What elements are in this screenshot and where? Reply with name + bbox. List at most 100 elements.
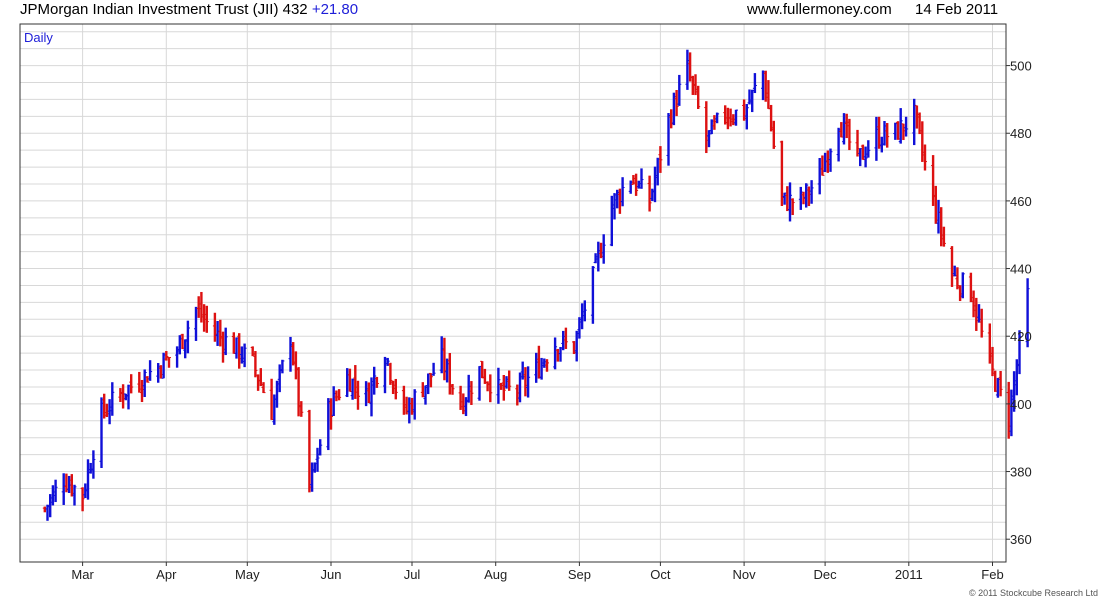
ohlc-bar bbox=[507, 370, 512, 391]
ohlc-bar bbox=[466, 374, 471, 403]
ohlc-bar bbox=[296, 367, 301, 417]
ohlc-bar bbox=[177, 335, 182, 355]
x-tick-label: 2011 bbox=[895, 567, 923, 582]
ohlc-bar bbox=[725, 107, 730, 130]
ohlc-bar bbox=[995, 377, 1000, 398]
x-tick-label: Dec bbox=[814, 567, 838, 582]
ohlc-bar bbox=[782, 192, 787, 205]
ohlc-bar bbox=[366, 382, 371, 404]
y-tick-label: 440 bbox=[1010, 262, 1032, 277]
ohlc-bar bbox=[482, 368, 487, 384]
ohlc-bar bbox=[407, 397, 412, 424]
ohlc-bar bbox=[196, 296, 201, 318]
y-tick-label: 460 bbox=[1010, 194, 1032, 209]
ohlc-bar bbox=[971, 290, 976, 318]
ohlc-bar bbox=[231, 332, 236, 354]
ohlc-bar bbox=[931, 155, 936, 206]
ohlc-bar bbox=[655, 157, 660, 186]
ohlc-bar bbox=[450, 384, 455, 395]
ohlc-bar bbox=[256, 374, 261, 391]
ohlc-bar bbox=[137, 371, 142, 393]
ohlc-bar bbox=[501, 374, 506, 401]
ohlc-bar bbox=[388, 362, 393, 385]
ohlc-bar bbox=[374, 376, 379, 388]
ohlc-bar bbox=[742, 99, 747, 121]
ohlc-bar bbox=[866, 140, 871, 158]
ohlc-bar bbox=[823, 152, 828, 173]
ohlc-bar bbox=[593, 253, 598, 264]
ohlc-bar bbox=[590, 266, 595, 324]
x-tick-label: Apr bbox=[156, 567, 177, 582]
ohlc-bar bbox=[121, 384, 126, 409]
ohlc-bar bbox=[977, 304, 981, 323]
ohlc-bar bbox=[242, 343, 247, 368]
ohlc-bar bbox=[990, 346, 995, 377]
ohlc-bar bbox=[269, 378, 274, 420]
ohlc-bar bbox=[763, 70, 768, 102]
ohlc-bar bbox=[199, 291, 204, 323]
ohlc-bar bbox=[847, 118, 852, 151]
ohlc-bar bbox=[860, 144, 865, 161]
ohlc-bar bbox=[261, 382, 266, 394]
ohlc-bar bbox=[496, 367, 501, 404]
ohlc-bar bbox=[104, 403, 109, 418]
ohlc-bar bbox=[788, 182, 792, 222]
ohlc-bar bbox=[806, 186, 811, 207]
ohlc-bar bbox=[288, 336, 293, 372]
ohlc-bar bbox=[277, 364, 282, 393]
ohlc-bar bbox=[439, 336, 444, 374]
x-tick-label: Sep bbox=[568, 567, 591, 582]
ohlc-bar bbox=[842, 113, 846, 145]
ohlc-bar bbox=[952, 265, 957, 277]
ohlc-bar bbox=[442, 337, 447, 381]
ohlc-bar bbox=[901, 123, 906, 141]
ohlc-bar bbox=[464, 397, 468, 417]
ohlc-bar bbox=[917, 112, 922, 135]
ohlc-bar bbox=[393, 378, 398, 400]
y-tick-label: 500 bbox=[1010, 59, 1032, 74]
ohlc-bar bbox=[61, 473, 66, 505]
ohlc-bar bbox=[674, 90, 679, 117]
ohlc-bar bbox=[86, 459, 90, 500]
ohlc-bar bbox=[914, 105, 919, 129]
x-tick-label: Oct bbox=[650, 567, 671, 582]
ohlc-bar bbox=[383, 356, 387, 394]
ohlc-bar bbox=[280, 359, 285, 374]
ohlc-bar bbox=[67, 475, 72, 493]
ohlc-bar bbox=[580, 303, 585, 330]
ohlc-bar bbox=[577, 317, 582, 339]
ohlc-bar bbox=[412, 389, 417, 420]
ohlc-bar bbox=[801, 191, 806, 205]
x-tick-label: Mar bbox=[71, 567, 94, 582]
y-tick-label: 380 bbox=[1010, 465, 1032, 480]
ohlc-bar bbox=[215, 321, 220, 346]
ohlc-bar bbox=[628, 180, 633, 194]
ohlc-bar bbox=[156, 363, 161, 383]
ohlc-bar bbox=[920, 121, 925, 162]
ohlc-bar bbox=[420, 382, 425, 398]
ohlc-bar bbox=[609, 195, 614, 247]
ohlc-bar bbox=[237, 333, 242, 369]
y-tick-label: 480 bbox=[1010, 126, 1032, 141]
ohlc-bar bbox=[677, 74, 682, 106]
ohlc-bar bbox=[234, 337, 239, 359]
ohlc-bar bbox=[223, 327, 228, 356]
ohlc-bar bbox=[142, 369, 147, 398]
ohlc-bar bbox=[458, 385, 463, 410]
ohlc-bar bbox=[485, 381, 490, 392]
ohlc-bar bbox=[936, 199, 941, 234]
ohlc-bar bbox=[477, 365, 482, 401]
ohlc-bar bbox=[704, 101, 709, 154]
ohlc-bar bbox=[523, 367, 528, 397]
ohlc-bar bbox=[766, 80, 771, 110]
ohlc-bar bbox=[572, 341, 576, 355]
y-tick-label: 400 bbox=[1010, 397, 1032, 412]
ohlc-bar bbox=[804, 183, 809, 208]
ohlc-bar bbox=[331, 386, 336, 416]
ohlc-bar bbox=[669, 109, 674, 129]
ohlc-bar bbox=[423, 385, 428, 405]
ohlc-bar bbox=[307, 409, 312, 493]
ohlc-bar bbox=[356, 380, 360, 410]
ohlc-bar bbox=[620, 177, 625, 207]
ohlc-bar bbox=[939, 207, 944, 247]
